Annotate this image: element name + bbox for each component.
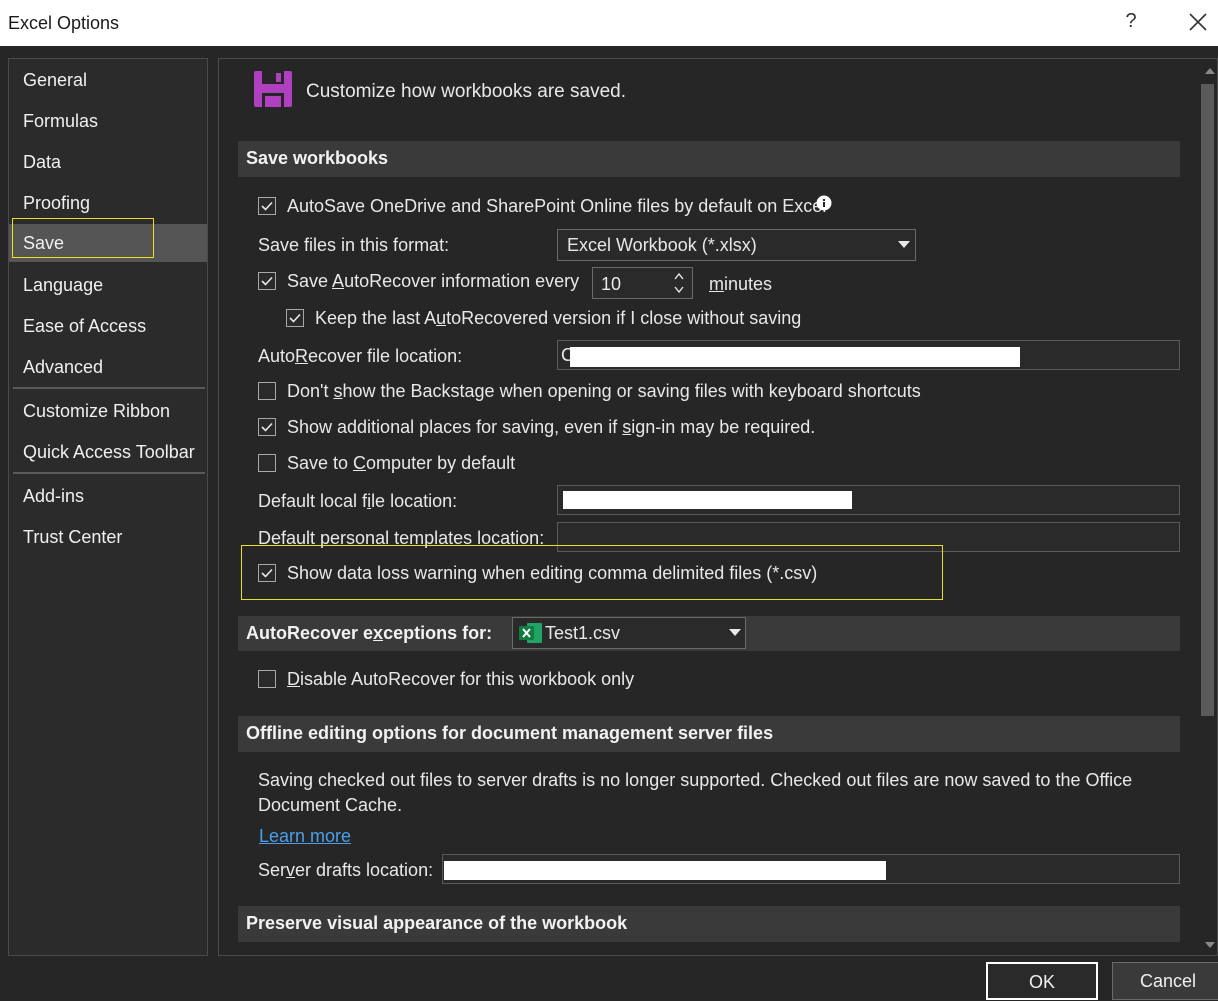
info-icon[interactable] [816, 195, 832, 211]
format-value: Excel Workbook (*.xlsx) [567, 235, 757, 255]
sidebar-nav: General Formulas Data Proofing Save Lang… [8, 58, 208, 956]
scroll-up-icon[interactable] [1204, 64, 1216, 78]
scrollbar-thumb[interactable] [1201, 84, 1214, 716]
close-icon [1189, 13, 1207, 31]
workbook-dropdown[interactable]: Test1.csv [512, 617, 746, 649]
learn-more-link[interactable]: Learn more [259, 826, 351, 847]
sidebar-item-proofing[interactable]: Proofing [9, 184, 207, 222]
sidebar-divider [13, 387, 205, 389]
server-drafts-label: Server drafts location: [258, 860, 434, 880]
csv-highlight-box [241, 545, 943, 600]
section-header-save-workbooks: Save workbooks [238, 141, 1180, 177]
title-bar: Excel Options ? [0, 0, 1218, 46]
autosave-checkbox[interactable] [258, 197, 276, 215]
backstage-checkbox[interactable] [258, 382, 276, 400]
minutes-label: minutes [709, 274, 773, 294]
format-dropdown[interactable]: Excel Workbook (*.xlsx) [557, 229, 916, 261]
autorecover-minutes-stepper[interactable]: 10 [592, 267, 693, 299]
autosave-label: AutoSave OneDrive and SharePoint Online … [287, 196, 827, 216]
chevron-down-icon [898, 241, 910, 248]
sidebar-item-trust-center[interactable]: Trust Center [9, 518, 207, 556]
disable-autorecover-label: Disable AutoRecover for this workbook on… [287, 669, 635, 689]
workbook-value: Test1.csv [545, 623, 621, 643]
sidebar-item-formulas[interactable]: Formulas [9, 102, 207, 140]
save-to-computer-label: Save to Computer by default [287, 453, 516, 473]
save-to-computer-checkbox[interactable] [258, 454, 276, 472]
redaction-box [570, 347, 1020, 367]
autorecover-label: Save AutoRecover information every [287, 271, 580, 291]
local-location-label: Default local file location: [258, 491, 458, 511]
additional-places-label: Show additional places for saving, even … [287, 417, 816, 437]
sidebar-divider [13, 472, 205, 474]
offline-description-line2: Document Cache. [258, 795, 403, 815]
format-label: Save files in this format: [258, 235, 450, 255]
save-disk-icon [252, 69, 294, 109]
minutes-value: 10 [601, 274, 622, 294]
sidebar-item-data[interactable]: Data [9, 143, 207, 181]
backstage-label: Don't show the Backstage when opening or… [287, 381, 921, 401]
section-header-preserve: Preserve visual appearance of the workbo… [238, 906, 1180, 942]
redaction-box [444, 861, 886, 880]
keep-last-label: Keep the last AutoRecovered version if I… [315, 308, 802, 328]
sidebar-item-add-ins[interactable]: Add-ins [9, 477, 207, 515]
excel-file-icon [519, 623, 542, 643]
offline-description-line1: Saving checked out files to server draft… [258, 770, 1133, 790]
page-title: Customize how workbooks are saved. [306, 81, 626, 102]
keep-last-checkbox[interactable] [286, 309, 304, 327]
sidebar-item-general[interactable]: General [9, 61, 207, 99]
autorecover-location-label: AutoRecover file location: [258, 346, 463, 366]
help-icon: ? [1125, 10, 1137, 32]
scroll-down-icon[interactable] [1204, 938, 1216, 952]
save-highlight-box [12, 218, 154, 258]
window-title: Excel Options [8, 13, 120, 33]
redaction-box [563, 491, 852, 509]
sidebar-item-quick-access-toolbar[interactable]: Quick Access Toolbar [9, 433, 207, 471]
additional-places-checkbox[interactable] [258, 418, 276, 436]
sidebar-item-advanced[interactable]: Advanced [9, 348, 207, 386]
sidebar-item-language[interactable]: Language [9, 266, 207, 304]
close-button[interactable] [1188, 12, 1212, 36]
cancel-button[interactable]: Cancel [1112, 962, 1218, 1000]
sidebar-item-ease-of-access[interactable]: Ease of Access [9, 307, 207, 345]
help-button[interactable]: ? [1120, 10, 1142, 36]
ok-button[interactable]: OK [986, 962, 1098, 1000]
section-header-offline-editing: Offline editing options for document man… [238, 716, 1180, 752]
sidebar-item-customize-ribbon[interactable]: Customize Ribbon [9, 392, 207, 430]
stepper-arrows-icon[interactable] [674, 271, 684, 295]
chevron-down-icon [729, 629, 741, 636]
disable-autorecover-checkbox[interactable] [258, 670, 276, 688]
autorecover-checkbox[interactable] [258, 272, 276, 290]
